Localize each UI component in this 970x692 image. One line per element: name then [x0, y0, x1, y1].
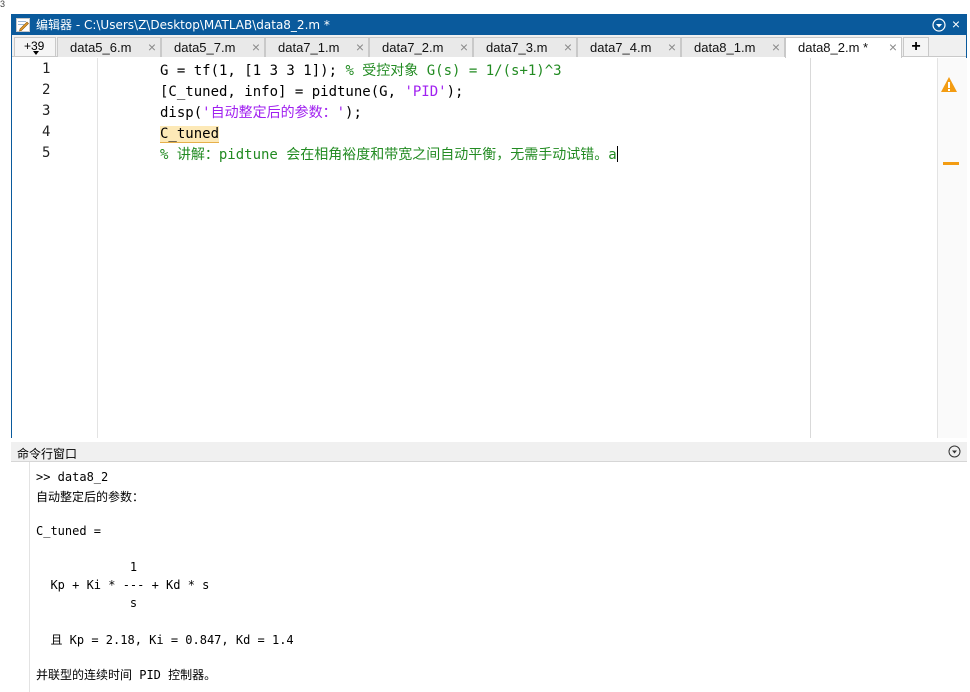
- corner-glyph: 3: [0, 0, 6, 9]
- code-line-1[interactable]: G = tf(1, [1 3 3 1]); % 受控对象 G(s) = 1/(s…: [160, 61, 562, 81]
- command-output-line: C_tuned =: [36, 524, 102, 538]
- top-strip: 3: [0, 0, 970, 14]
- editor-title: 编辑器 - C:\Users\Z\Desktop\MATLAB\data8_2.…: [36, 18, 330, 32]
- command-output-line: 1: [36, 560, 138, 574]
- tab-label: data8_2.m *: [798, 40, 869, 55]
- line-number: 1: [42, 61, 51, 77]
- code-comment: % 讲解：pidtune 会在相角裕度和带宽之间自动平衡，无需手动试错。a: [160, 147, 617, 163]
- close-window-button[interactable]: ×: [949, 17, 963, 31]
- tab-data8-2-active[interactable]: data8_2.m * ×: [785, 37, 902, 58]
- editor-titlebar[interactable]: 编辑器 - C:\Users\Z\Desktop\MATLAB\data8_2.…: [12, 15, 966, 35]
- command-output-line: 且 Kp = 2.18, Ki = 0.847, Kd = 1.4: [36, 633, 294, 647]
- tab-data8-1[interactable]: data8_1.m ×: [681, 37, 785, 57]
- code-line-3[interactable]: disp('自动整定后的参数：');: [160, 103, 362, 123]
- file-tab-bar: +39 data5_6.m × data5_7.m × data7_1.m × …: [12, 35, 966, 58]
- message-bar[interactable]: [937, 58, 967, 438]
- options-menu-icon[interactable]: [932, 18, 946, 32]
- tab-close-icon[interactable]: ×: [252, 39, 260, 55]
- code-line-5[interactable]: % 讲解：pidtune 会在相角裕度和带宽之间自动平衡，无需手动试错。a: [160, 145, 618, 165]
- command-window[interactable]: >> data8_2 自动整定后的参数： C_tuned = 1 Kp + Ki…: [11, 462, 967, 692]
- warning-marker[interactable]: [943, 162, 959, 165]
- tab-data5-6[interactable]: data5_6.m ×: [57, 37, 161, 57]
- line-number: 2: [42, 82, 51, 98]
- dropdown-arrow-icon: [33, 51, 39, 55]
- code-string: '自动整定后的参数：': [202, 105, 346, 121]
- command-window-menu-icon[interactable]: [948, 445, 961, 458]
- editor-pencil-icon: [16, 18, 30, 32]
- command-window-title: 命令行窗口: [17, 447, 78, 461]
- command-window-margin: [29, 462, 30, 692]
- tab-data7-2[interactable]: data7_2.m ×: [369, 37, 473, 57]
- command-window-header: 命令行窗口: [11, 442, 967, 462]
- editor-window: 编辑器 - C:\Users\Z\Desktop\MATLAB\data8_2.…: [11, 14, 967, 438]
- tab-close-icon[interactable]: ×: [564, 39, 572, 55]
- tab-close-icon[interactable]: ×: [356, 39, 364, 55]
- line-number: 5: [42, 145, 51, 161]
- tab-label: data8_1.m: [694, 40, 756, 55]
- command-output-line: >> data8_2: [36, 470, 109, 484]
- code-text: );: [345, 105, 362, 121]
- code-text: disp(: [160, 105, 203, 121]
- more-files-dropdown[interactable]: +39: [14, 37, 56, 57]
- tab-data7-1[interactable]: data7_1.m ×: [265, 37, 369, 57]
- code-text: G = tf(1, [1 3 3 1]);: [160, 63, 346, 79]
- line-number-gutter: 1 2 3 4 5: [12, 58, 98, 438]
- code-line-4[interactable]: C_tuned: [160, 124, 220, 144]
- tab-label: data7_1.m: [278, 40, 340, 55]
- tab-close-icon[interactable]: ×: [148, 39, 156, 55]
- tab-label: data7_4.m: [590, 40, 652, 55]
- command-output-line: 并联型的连续时间 PID 控制器。: [36, 668, 217, 682]
- tab-label: data5_7.m: [174, 40, 236, 55]
- tab-close-icon[interactable]: ×: [460, 39, 468, 55]
- warning-icon[interactable]: [940, 76, 958, 94]
- code-editor[interactable]: 1 2 3 4 5 G = tf(1, [1 3 3 1]); % 受控对象 G…: [12, 58, 967, 438]
- command-output-line: Kp + Ki * --- + Kd * s: [36, 578, 210, 592]
- tab-label: data7_3.m: [486, 40, 548, 55]
- command-output-line: s: [36, 596, 138, 610]
- code-comment: % 受控对象 G(s) = 1/(s+1)^3: [345, 63, 562, 79]
- tab-data5-7[interactable]: data5_7.m ×: [161, 37, 265, 57]
- code-string: 'PID': [404, 84, 447, 100]
- code-text: );: [446, 84, 464, 100]
- tab-label: data5_6.m: [70, 40, 132, 55]
- line-number: 3: [42, 103, 51, 119]
- command-output-line: 自动整定后的参数：: [36, 490, 145, 504]
- tab-close-icon[interactable]: ×: [668, 39, 676, 55]
- line-number: 4: [42, 124, 51, 140]
- tab-close-icon[interactable]: ×: [772, 39, 780, 55]
- text-caret: [616, 146, 618, 162]
- right-text-limit-line: [810, 58, 811, 438]
- new-tab-button[interactable]: +: [903, 37, 929, 57]
- tab-data7-3[interactable]: data7_3.m ×: [473, 37, 577, 57]
- code-text: [C_tuned, info] = pidtune(G,: [160, 84, 405, 100]
- highlighted-variable: C_tuned: [160, 126, 220, 143]
- tab-label: data7_2.m: [382, 40, 444, 55]
- tab-close-icon[interactable]: ×: [889, 39, 897, 55]
- tab-data7-4[interactable]: data7_4.m ×: [577, 37, 681, 57]
- code-line-2[interactable]: [C_tuned, info] = pidtune(G, 'PID');: [160, 82, 463, 102]
